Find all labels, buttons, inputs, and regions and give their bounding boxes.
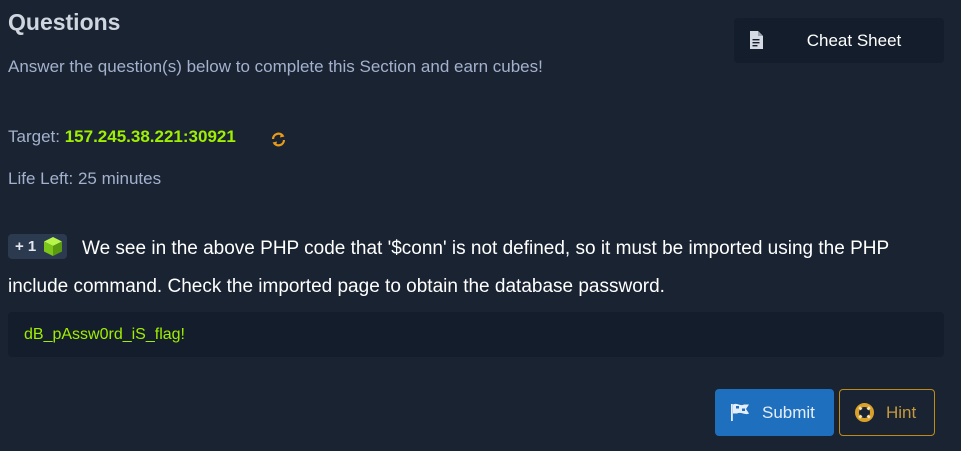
cheat-sheet-label: Cheat Sheet <box>806 31 902 50</box>
answer-field[interactable]: dB_pAssw0rd_iS_flag! <box>8 312 944 357</box>
life-left-value: 25 minutes <box>77 169 162 188</box>
cheat-sheet-button[interactable]: Cheat Sheet <box>734 18 944 63</box>
answer-value: dB_pAssw0rd_iS_flag! <box>24 326 185 343</box>
life-left-label: Life Left: <box>8 169 74 188</box>
page-subtitle: Answer the question(s) below to complete… <box>8 57 543 76</box>
refresh-icon[interactable] <box>270 131 287 148</box>
submit-button[interactable]: Submit <box>715 389 834 436</box>
hint-button[interactable]: Hint <box>839 389 935 436</box>
lifebuoy-icon <box>855 403 874 422</box>
question-text: We see in the above PHP code that '$conn… <box>8 238 889 297</box>
target-address: 157.245.38.221:30921 <box>64 127 236 146</box>
hint-label: Hint <box>886 403 917 422</box>
target-line: Target: 157.245.38.221:30921 <box>8 127 236 147</box>
target-label: Target: <box>8 127 60 146</box>
submit-label: Submit <box>762 403 815 422</box>
flag-icon <box>731 403 749 421</box>
life-left-line: Life Left: 25 minutes <box>8 169 161 189</box>
page-title: Questions <box>8 9 121 35</box>
